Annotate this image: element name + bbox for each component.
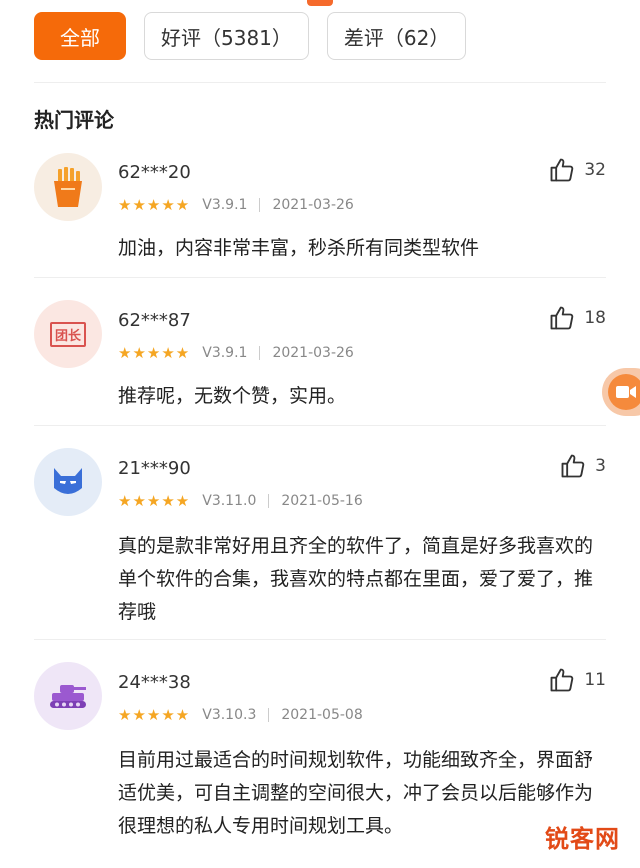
app-version: V3.10.3 — [202, 707, 257, 723]
review-meta: ★★★★★ V3.9.1 2021-03-26 — [118, 344, 354, 362]
review-date: 2021-05-16 — [281, 493, 363, 509]
like-button[interactable]: 32 — [548, 156, 606, 184]
like-count: 11 — [584, 670, 606, 690]
filter-positive-button[interactable]: 好评（5381） — [144, 12, 309, 60]
app-version: V3.9.1 — [202, 197, 248, 213]
review-date: 2021-03-26 — [272, 197, 354, 213]
review-date: 2021-05-08 — [281, 707, 363, 723]
app-version: V3.11.0 — [202, 493, 257, 509]
star-rating: ★★★★★ — [118, 196, 191, 214]
review-content: 目前用过最适合的时间规划软件，功能细致齐全，界面舒适优美，可自主调整的空间很大，… — [118, 749, 594, 837]
like-button[interactable]: 11 — [548, 666, 606, 694]
username: 62***87 — [118, 310, 191, 331]
tab-indicator — [307, 0, 333, 6]
thumbs-up-icon — [550, 668, 574, 692]
tuanzhang-stamp-icon: 团长 — [49, 321, 86, 347]
avatar[interactable] — [34, 153, 102, 221]
username: 24***38 — [118, 672, 191, 693]
review-date: 2021-03-26 — [272, 345, 354, 361]
batman-mask-icon — [54, 468, 82, 494]
review-meta: ★★★★★ V3.11.0 2021-05-16 — [118, 492, 363, 510]
like-button[interactable]: 18 — [548, 304, 606, 332]
fries-icon — [54, 167, 82, 207]
review-item: 24***38 ★★★★★ V3.10.3 2021-05-08 目前用过最适合… — [34, 640, 606, 854]
video-camera-icon — [608, 374, 640, 410]
avatar[interactable] — [34, 662, 102, 730]
avatar[interactable]: 团长 — [34, 300, 102, 368]
avatar[interactable] — [34, 448, 102, 516]
like-count: 3 — [595, 456, 606, 476]
tank-icon — [50, 685, 86, 708]
review-content: 加油，内容非常丰富，秒杀所有同类型软件 — [118, 237, 480, 259]
filter-bar: 全部 好评（5381） 差评（62） — [34, 12, 467, 60]
star-rating: ★★★★★ — [118, 492, 191, 510]
thumbs-up-icon — [561, 454, 585, 478]
filter-negative-button[interactable]: 差评（62） — [326, 12, 467, 60]
like-count: 32 — [584, 160, 606, 180]
review-meta: ★★★★★ V3.9.1 2021-03-26 — [118, 196, 354, 214]
filter-all-button[interactable]: 全部 — [34, 12, 126, 60]
watermark: 锐客网 — [545, 825, 620, 853]
review-content: 真的是款非常好用且齐全的软件了，简直是好多我喜欢的单个软件的合集，我喜欢的特点都… — [118, 535, 594, 623]
thumbs-up-icon — [550, 158, 574, 182]
divider — [34, 82, 606, 83]
review-item: 21***90 ★★★★★ V3.11.0 2021-05-16 真的是款非常好… — [34, 426, 606, 640]
app-version: V3.9.1 — [202, 345, 248, 361]
username: 62***20 — [118, 162, 191, 183]
review-content: 推荐呢，无数个赞，实用。 — [118, 385, 347, 407]
thumbs-up-icon — [550, 306, 574, 330]
review-item: 62***20 ★★★★★ V3.9.1 2021-03-26 加油，内容非常丰… — [34, 150, 606, 278]
section-title: 热门评论 — [34, 108, 114, 132]
star-rating: ★★★★★ — [118, 706, 191, 724]
review-meta: ★★★★★ V3.10.3 2021-05-08 — [118, 706, 363, 724]
floating-video-button[interactable] — [602, 368, 640, 416]
username: 21***90 — [118, 458, 191, 479]
like-button[interactable]: 3 — [559, 452, 606, 480]
star-rating: ★★★★★ — [118, 344, 191, 362]
review-item: 团长 62***87 ★★★★★ V3.9.1 2021-03-26 推荐呢，无… — [34, 278, 606, 426]
like-count: 18 — [584, 308, 606, 328]
